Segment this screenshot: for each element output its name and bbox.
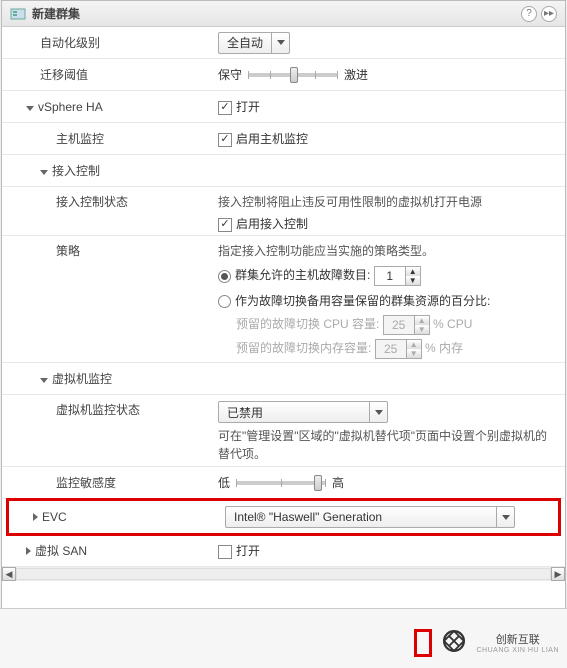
brand-name: 创新互联 (476, 631, 559, 647)
content-area: 自动化级别 全自动 迁移阈值 保守 激进 vSphere HA 打开 (2, 27, 565, 612)
admission-control-label: 接入控制 (52, 164, 100, 178)
vm-monitoring-status-select[interactable]: 已禁用 (218, 401, 388, 423)
scroll-right-icon[interactable]: ▶ (551, 567, 565, 581)
horizontal-scrollbar[interactable]: ◀ ▶ (2, 567, 565, 581)
vm-monitoring-status-label: 虚拟机监控状态 (8, 401, 218, 418)
migration-threshold-slider[interactable]: 保守 激进 (218, 66, 368, 83)
dropdown-icon[interactable] (271, 33, 289, 53)
admission-control-expander[interactable] (40, 170, 48, 175)
vsphere-ha-label: vSphere HA (38, 100, 103, 114)
vsphere-ha-checkbox[interactable] (218, 101, 232, 115)
monitoring-sensitivity-label: 监控敏感度 (8, 474, 218, 491)
admission-status-label: 接入控制状态 (8, 193, 218, 210)
window-title: 新建群集 (32, 5, 517, 22)
evc-select[interactable]: Intel® "Haswell" Generation (225, 506, 515, 528)
scroll-left-icon[interactable]: ◀ (2, 567, 16, 581)
vsan-label: 虚拟 SAN (35, 544, 87, 558)
vm-monitoring-desc: 可在"管理设置"区域的"虚拟机替代项"页面中设置个别虚拟机的替代项。 (218, 427, 559, 463)
migration-threshold-label: 迁移阈值 (8, 66, 218, 83)
cluster-icon (10, 6, 26, 22)
footer-highlight-box (414, 629, 432, 657)
vsan-expander[interactable] (26, 547, 31, 555)
host-failures-spinner[interactable]: 1▲▼ (374, 266, 421, 286)
help-button[interactable]: ? (521, 6, 537, 22)
admission-control-checkbox[interactable] (218, 218, 232, 232)
monitoring-sensitivity-slider[interactable]: 低 高 (218, 474, 344, 491)
cpu-reserve-spinner: 25▲▼ (383, 315, 430, 335)
dropdown-icon[interactable] (369, 402, 387, 422)
evc-label: EVC (42, 510, 67, 524)
host-monitoring-checkbox[interactable] (218, 133, 232, 147)
host-monitoring-label: 主机监控 (8, 130, 218, 147)
vm-monitoring-label: 虚拟机监控 (52, 372, 112, 386)
evc-expander[interactable] (33, 513, 38, 521)
automation-level-select[interactable]: 全自动 (218, 32, 290, 54)
pin-button[interactable]: ▸▸ (541, 6, 557, 22)
policy-radio-host-failures[interactable] (218, 270, 231, 283)
vsan-checkbox[interactable] (218, 545, 232, 559)
vsphere-ha-expander[interactable] (26, 106, 34, 111)
policy-radio-capacity[interactable] (218, 295, 231, 308)
footer-bar: 创新互联 CHUANG XIN HU LIAN (0, 608, 567, 668)
policy-desc: 指定接入控制功能应当实施的策略类型。 (218, 242, 559, 260)
evc-highlight: EVC Intel® "Haswell" Generation (6, 498, 561, 536)
titlebar: 新建群集 ? ▸▸ (2, 1, 565, 27)
admission-status-desc: 接入控制将阻止违反可用性限制的虚拟机打开电源 (218, 193, 559, 211)
brand-sub: CHUANG XIN HU LIAN (476, 647, 559, 654)
brand-logo-icon (436, 623, 472, 659)
automation-level-label: 自动化级别 (8, 34, 218, 51)
policy-label: 策略 (8, 242, 218, 259)
mem-reserve-spinner: 25▲▼ (375, 339, 422, 359)
dropdown-icon[interactable] (496, 507, 514, 527)
vm-monitoring-expander[interactable] (40, 378, 48, 383)
